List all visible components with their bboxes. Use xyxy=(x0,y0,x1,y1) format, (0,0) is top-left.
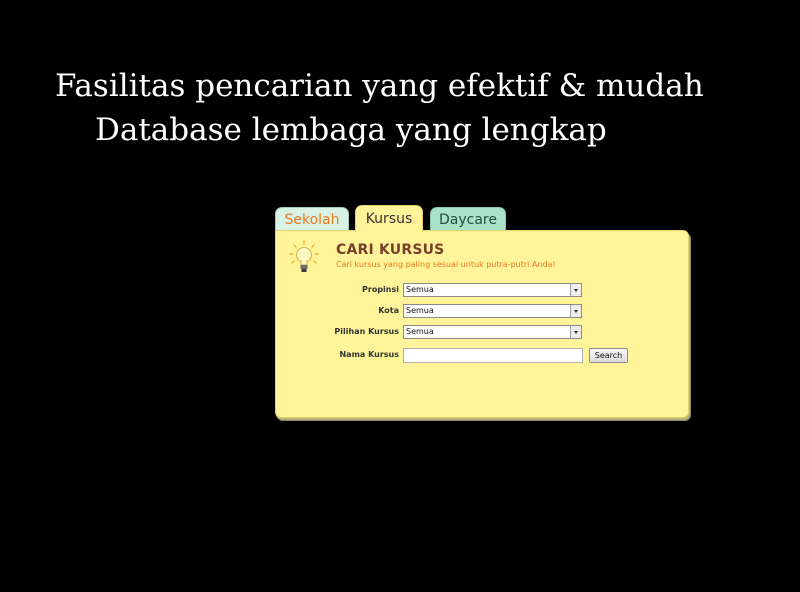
pilihan-kursus-row: Pilihan Kursus Semua xyxy=(276,325,688,341)
kota-select[interactable]: Semua xyxy=(403,304,582,318)
tab-kursus[interactable]: Kursus xyxy=(355,205,423,232)
tab-bar: Sekolah Kursus Daycare xyxy=(275,205,689,232)
tab-sekolah[interactable]: Sekolah xyxy=(275,207,349,231)
propinsi-row: Propinsi Semua xyxy=(276,283,688,299)
nama-kursus-row: Nama Kursus Search xyxy=(276,348,688,364)
pilihan-kursus-label: Pilihan Kursus xyxy=(334,327,399,336)
kota-row: Kota Semua xyxy=(276,304,688,320)
headline-line-1: Fasilitas pencarian yang efektif & mudah xyxy=(55,68,704,104)
propinsi-label: Propinsi xyxy=(362,285,399,294)
search-panel: CARI KURSUS Cari kursus yang paling sesu… xyxy=(275,230,689,418)
slide: Fasilitas pencarian yang efektif & mudah… xyxy=(0,0,800,592)
pilihan-kursus-select[interactable]: Semua xyxy=(403,325,582,339)
panel-title: CARI KURSUS xyxy=(336,242,445,258)
tab-daycare[interactable]: Daycare xyxy=(430,207,506,231)
kota-label: Kota xyxy=(378,306,399,315)
search-button[interactable]: Search xyxy=(589,348,628,363)
nama-kursus-input[interactable] xyxy=(403,348,583,363)
headline-line-2: Database lembaga yang lengkap xyxy=(95,112,607,148)
chevron-down-icon[interactable] xyxy=(570,305,581,317)
lightbulb-icon xyxy=(289,240,319,272)
propinsi-value: Semua xyxy=(406,285,434,294)
panel-subtitle: Cari kursus yang paling sesuai untuk put… xyxy=(336,260,556,269)
nama-kursus-label: Nama Kursus xyxy=(339,350,399,359)
search-widget: Sekolah Kursus Daycare CARI KURSUS Cari … xyxy=(275,205,689,419)
kota-value: Semua xyxy=(406,306,434,315)
pilihan-kursus-value: Semua xyxy=(406,327,434,336)
propinsi-select[interactable]: Semua xyxy=(403,283,582,297)
chevron-down-icon[interactable] xyxy=(570,284,581,296)
chevron-down-icon[interactable] xyxy=(570,326,581,338)
